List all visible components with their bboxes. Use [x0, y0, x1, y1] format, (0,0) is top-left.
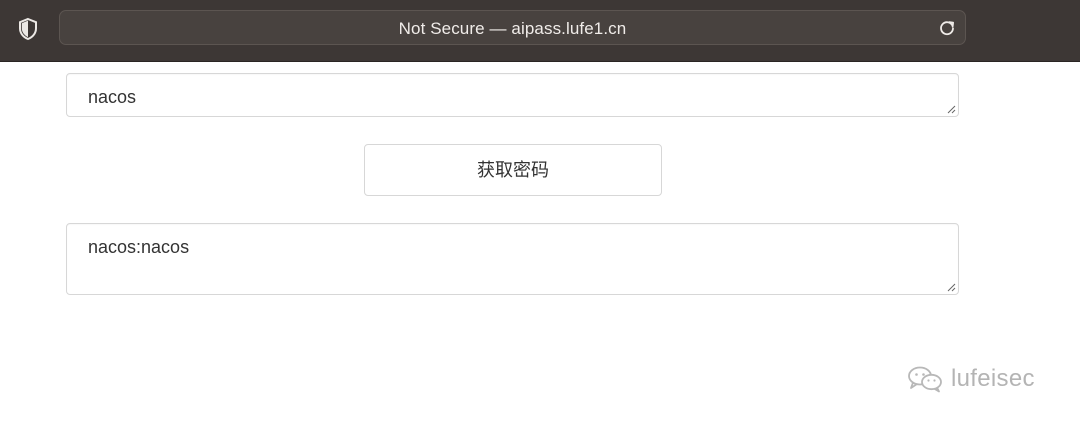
output-value: nacos:nacos: [88, 237, 190, 257]
input-textarea[interactable]: nacos: [66, 73, 959, 117]
output-textarea[interactable]: nacos:nacos: [66, 223, 959, 295]
resize-handle-icon[interactable]: [945, 103, 956, 114]
input-value: nacos: [88, 87, 137, 107]
get-password-button[interactable]: 获取密码: [364, 144, 662, 196]
browser-toolbar: Not Secure — aipass.lufe1.cn: [0, 0, 1080, 62]
url-text: Not Secure — aipass.lufe1.cn: [398, 19, 627, 38]
address-bar[interactable]: Not Secure — aipass.lufe1.cn: [59, 10, 966, 45]
watermark-text: lufeisec: [951, 365, 1035, 392]
reload-icon[interactable]: [937, 18, 957, 38]
resize-handle-icon[interactable]: [945, 281, 956, 292]
shield-icon[interactable]: [16, 17, 40, 41]
wechat-watermark: lufeisec: [906, 361, 1035, 397]
wechat-icon: [908, 366, 942, 393]
